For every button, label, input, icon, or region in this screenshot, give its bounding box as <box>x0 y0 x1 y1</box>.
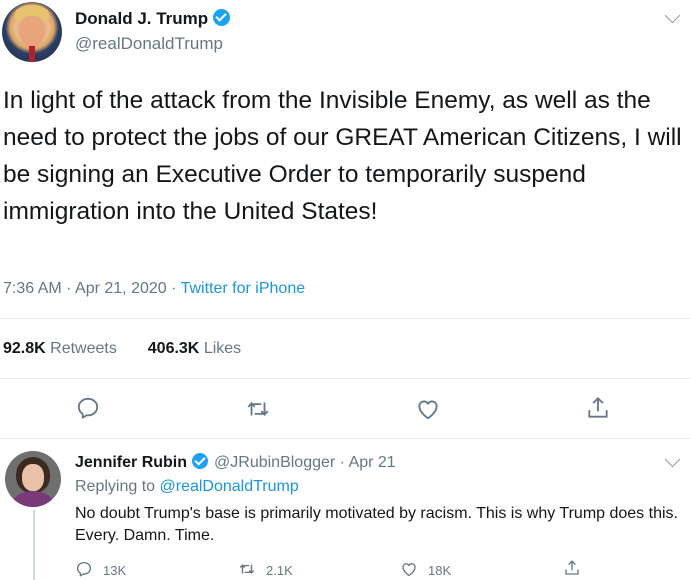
replying-prefix: Replying to <box>75 478 156 495</box>
chevron-down-icon[interactable] <box>664 7 681 24</box>
verified-badge-icon <box>192 453 209 469</box>
reply-retweet-count: 2.1K <box>266 563 293 578</box>
tweet-meta: 7:36 AM · Apr 21, 2020 · Twitter for iPh… <box>3 280 305 298</box>
retweets-stat[interactable]: 92.8K Retweets <box>3 340 117 357</box>
divider <box>0 378 690 379</box>
chevron-down-icon[interactable] <box>664 451 681 468</box>
thread-line <box>33 510 35 580</box>
author-handle[interactable]: @realDonaldTrump <box>75 34 223 54</box>
retweets-label: Retweets <box>50 340 117 357</box>
reply-date[interactable]: · Apr 21 <box>340 454 396 471</box>
divider <box>0 318 690 319</box>
author-name-row[interactable]: Donald J. Trump <box>75 9 231 29</box>
reply-like-count: 18K <box>428 563 452 578</box>
likes-count: 406.3K <box>147 340 200 357</box>
reply-icon[interactable] <box>75 560 93 578</box>
retweet-icon[interactable] <box>245 396 271 422</box>
tweet-timestamp[interactable]: 7:36 AM · Apr 21, 2020 <box>3 280 167 297</box>
replying-to: Replying to @realDonaldTrump <box>75 478 299 496</box>
reply-reply-count: 13K <box>103 563 127 578</box>
reply-author-name[interactable]: Jennifer Rubin <box>75 454 187 471</box>
heart-icon[interactable] <box>415 396 441 422</box>
tweet-source[interactable]: Twitter for iPhone <box>181 280 306 297</box>
author-avatar[interactable] <box>2 2 62 62</box>
divider <box>0 438 690 439</box>
share-icon[interactable] <box>563 559 581 577</box>
reply-author-handle[interactable]: @JRubinBlogger <box>214 454 335 471</box>
verified-badge-icon <box>213 9 231 26</box>
likes-stat[interactable]: 406.3K Likes <box>148 340 241 357</box>
tweet-stats: 92.8K Retweets 406.3K Likes <box>3 340 241 358</box>
reply-header: Jennifer Rubin @JRubinBlogger · Apr 21 <box>75 453 396 472</box>
reply-author-avatar[interactable] <box>5 451 61 507</box>
reply-icon[interactable] <box>75 395 101 421</box>
replying-handle-link[interactable]: @realDonaldTrump <box>160 478 299 495</box>
author-name[interactable]: Donald J. Trump <box>75 9 208 28</box>
reply-text: No doubt Trump's base is primarily motiv… <box>75 505 678 544</box>
retweet-icon[interactable] <box>238 560 256 578</box>
share-icon[interactable] <box>585 395 611 421</box>
tweet-text: In light of the attack from the Invisibl… <box>3 87 682 225</box>
likes-label: Likes <box>203 340 242 357</box>
meta-separator: · <box>166 280 181 297</box>
retweets-count: 92.8K <box>3 340 46 357</box>
heart-icon[interactable] <box>400 560 418 578</box>
